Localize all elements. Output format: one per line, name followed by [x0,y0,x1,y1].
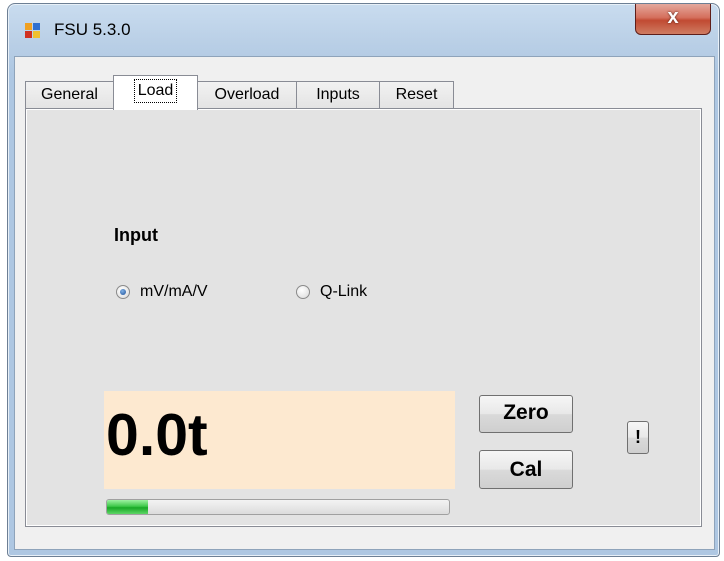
radio-q-link-label: Q-Link [320,283,368,300]
close-button[interactable]: x [635,4,711,35]
tab-overload[interactable]: Overload [197,81,297,109]
load-tab-panel: Input mV/mA/V Q-Link 0.0t Zero Cal ! [25,108,702,527]
load-panel-body: Input mV/mA/V Q-Link 0.0t Zero Cal ! [26,109,701,526]
load-progress-bar [106,499,450,515]
cal-button[interactable]: Cal [479,450,573,489]
radio-selected-dot [120,289,126,295]
title-bar[interactable]: FSU 5.3.0 x [8,4,719,54]
tab-load-label: Load [133,79,178,103]
progress-fill [107,500,149,514]
input-heading: Input [114,225,158,245]
app-icon [25,23,41,39]
tab-inputs[interactable]: Inputs [296,81,380,109]
window-title: FSU 5.3.0 [54,20,131,39]
close-icon: x [667,6,679,28]
zero-button[interactable]: Zero [479,395,573,433]
tab-reset[interactable]: Reset [379,81,454,109]
client-area: General Load Overload Inputs Reset Input… [14,56,715,550]
app-window: FSU 5.3.0 x General Load Overload Inputs… [7,3,720,557]
load-value: 0.0t [106,402,208,468]
radio-circle [296,285,310,299]
radio-mv-ma-v-label: mV/mA/V [140,283,208,300]
tab-general[interactable]: General [25,81,114,109]
radio-circle [116,285,130,299]
tab-load[interactable]: Load [113,75,198,110]
alert-button[interactable]: ! [627,421,649,454]
load-display: 0.0t [104,391,455,489]
